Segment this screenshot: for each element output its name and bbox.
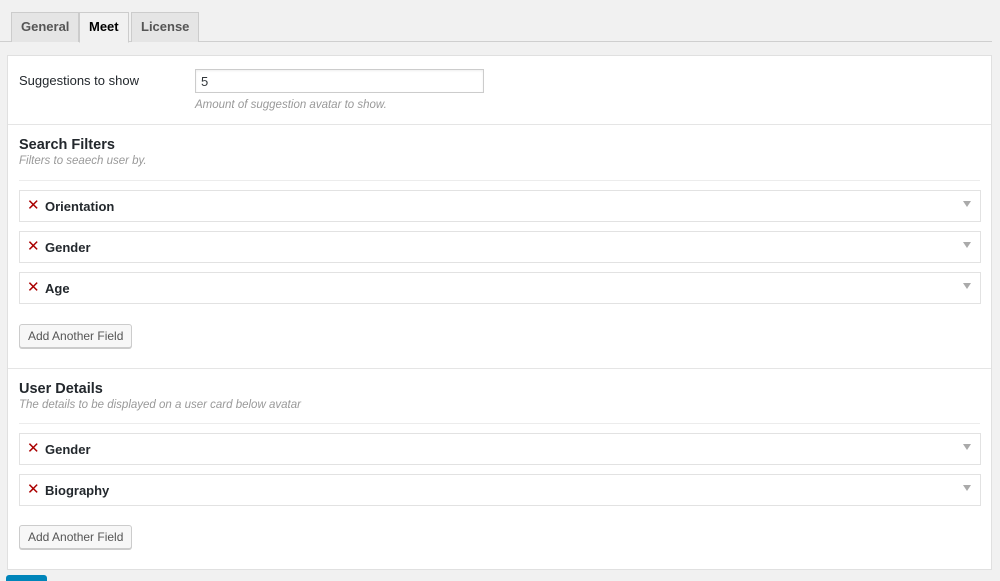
user-details-title: User Details [19, 381, 103, 397]
divider [8, 124, 991, 125]
field-label: Gender [45, 442, 91, 457]
close-icon[interactable]: ✕ [27, 280, 40, 295]
chevron-down-icon[interactable] [963, 201, 971, 207]
divider [19, 423, 980, 424]
user-details-description: The details to be displayed on a user ca… [19, 399, 301, 411]
close-icon[interactable]: ✕ [27, 239, 40, 254]
chevron-down-icon[interactable] [963, 242, 971, 248]
search-filters-description: Filters to seaech user by. [19, 155, 147, 167]
divider [19, 180, 980, 181]
filter-field-orientation[interactable]: ✕ Orientation [19, 190, 981, 222]
suggestions-label: Suggestions to show [19, 73, 139, 88]
close-icon[interactable]: ✕ [27, 441, 40, 456]
filter-field-age[interactable]: ✕ Age [19, 272, 981, 304]
tab-meet[interactable]: Meet [79, 12, 129, 43]
save-button[interactable] [6, 575, 47, 581]
detail-field-biography[interactable]: ✕ Biography [19, 474, 981, 506]
tab-license[interactable]: License [131, 12, 200, 42]
settings-panel: Suggestions to show Amount of suggestion… [7, 55, 992, 570]
settings-tabs: General Meet License [0, 0, 992, 43]
field-label: Orientation [45, 199, 115, 214]
filter-field-gender[interactable]: ✕ Gender [19, 231, 981, 263]
search-filters-title: Search Filters [19, 137, 115, 153]
suggestions-input[interactable] [195, 69, 484, 93]
field-label: Biography [45, 483, 110, 498]
close-icon[interactable]: ✕ [27, 198, 40, 213]
field-label: Gender [45, 240, 91, 255]
suggestions-description: Amount of suggestion avatar to show. [195, 99, 387, 111]
field-label: Age [45, 281, 70, 296]
add-filter-field-button[interactable]: Add Another Field [19, 324, 133, 348]
detail-field-gender[interactable]: ✕ Gender [19, 433, 981, 465]
chevron-down-icon[interactable] [963, 444, 971, 450]
divider [8, 368, 991, 369]
chevron-down-icon[interactable] [963, 485, 971, 491]
chevron-down-icon[interactable] [963, 283, 971, 289]
tab-general[interactable]: General [11, 12, 80, 42]
add-detail-field-button[interactable]: Add Another Field [19, 525, 133, 549]
close-icon[interactable]: ✕ [27, 482, 40, 497]
